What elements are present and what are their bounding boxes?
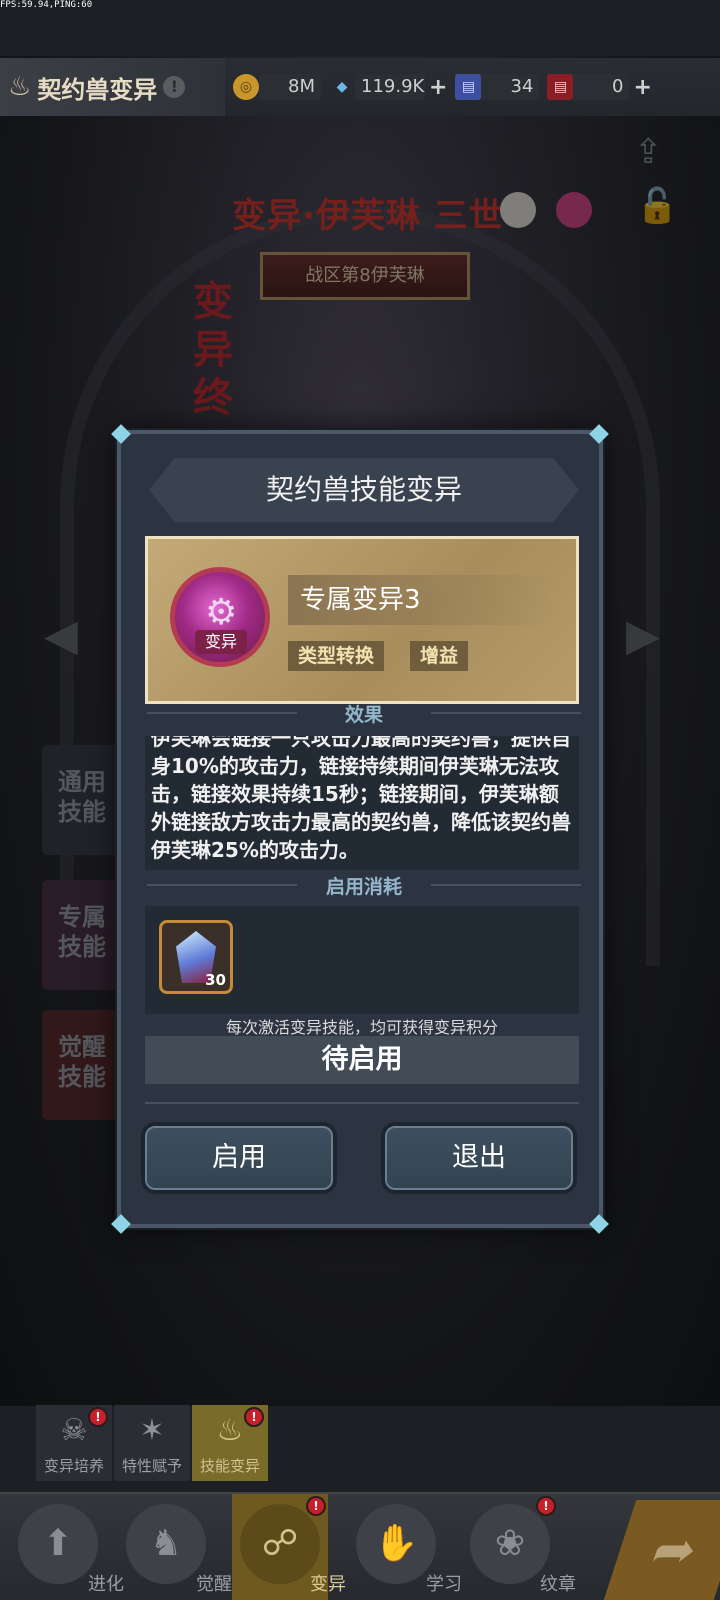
enable-button[interactable]: 启用 (141, 1122, 337, 1194)
skill-chip-type: 类型转换 (288, 641, 385, 671)
cost-box: 30 (145, 906, 579, 1014)
nav-learn[interactable]: ✋ 学习 (348, 1494, 462, 1600)
alert-badge-icon: ! (306, 1496, 326, 1516)
resource-gold: ◎ 8M (233, 70, 321, 104)
cost-label-text: 启用消耗 (325, 876, 402, 898)
resource-red: ▤ 0 + (547, 70, 652, 104)
effect-text: 伊芙琳会链接一只攻击力最高的契约兽，提供自身10%的攻击力，链接持续期间伊芙琳无… (151, 736, 571, 862)
crystal-icon: ◆ (336, 79, 348, 95)
subtab-label: 特性赋予 (121, 1457, 182, 1475)
red-value: 0 (573, 74, 630, 100)
cost-note: 每次激活变异技能，均可获得变异积分 (225, 1018, 498, 1037)
effect-description[interactable]: 伊芙琳会链接一只攻击力最高的契约兽，提供自身10%的攻击力，链接持续期间伊芙琳无… (145, 736, 579, 870)
alert-badge-icon: ! (88, 1407, 108, 1427)
subtab-label: 变异培养 (43, 1457, 104, 1475)
divider (145, 1102, 579, 1104)
alert-badge-icon: ! (536, 1496, 556, 1516)
gold-coin-icon: ◎ (233, 74, 259, 100)
sub-tabs: ☠ ! 变异培养 ✶ 特性赋予 ♨ ! 技能变异 (36, 1405, 268, 1481)
status-bar: 待启用 (145, 1036, 579, 1084)
effect-label-text: 效果 (344, 704, 383, 726)
add-red-button[interactable]: + (633, 75, 651, 100)
resource-card: ▤ 34 (455, 70, 540, 104)
alert-badge-icon: ! (244, 1407, 264, 1427)
gold-value: 8M (259, 74, 321, 100)
top-bar: ♨ 契约兽变异 ! ◎ 8M ◆ 119.9K + ▤ 34 ▤ 0 + (0, 58, 720, 116)
fps-counter: FPS:59.94,PING:60 (0, 0, 93, 10)
skill-mutation-dialog: 契约兽技能变异 ⚙ 变异 专属变异3 类型转换 增益 效果 伊芙琳会链接一只攻击… (111, 424, 609, 1234)
skill-chip-buff: 增益 (410, 641, 469, 671)
dialog-title: 契约兽技能变异 (149, 458, 579, 522)
subtab-mutation-train[interactable]: ☠ ! 变异培养 (36, 1405, 112, 1481)
flame-icon: ♨ (8, 72, 32, 102)
red-ticket-icon: ▤ (547, 74, 574, 100)
cost-item[interactable]: 30 (159, 920, 233, 994)
nav-emblem[interactable]: ❀ ! 纹章 (462, 1494, 576, 1600)
page-title: 契约兽变异 (37, 75, 158, 104)
gear-icon: ⚙ (205, 592, 238, 633)
skill-card: ⚙ 变异 专属变异3 类型转换 增益 (145, 536, 579, 704)
crystal-value: 119.9K (355, 74, 425, 100)
nav-evolve[interactable]: ⬆ 进化 (10, 1494, 124, 1600)
card-value: 34 (481, 74, 540, 100)
add-crystal-button[interactable]: + (429, 75, 447, 100)
exit-button[interactable]: 退出 (381, 1122, 577, 1194)
effect-label: 效果 (121, 700, 607, 727)
subtab-skill-mutation[interactable]: ♨ ! 技能变异 (192, 1405, 268, 1481)
nav-label: 纹章 (540, 1574, 576, 1595)
resource-crystal: ◆ 119.9K + (329, 70, 447, 104)
card-ticket-icon: ▤ (455, 74, 482, 100)
skill-name: 专属变异3 (288, 575, 558, 625)
emblem-tag: 变异 (195, 630, 247, 654)
nav-awaken[interactable]: ♞ 觉醒 (118, 1494, 232, 1600)
trait-icon: ✶ (139, 1413, 165, 1448)
subtab-trait-assign[interactable]: ✶ 特性赋予 (114, 1405, 190, 1481)
info-icon[interactable]: ! (163, 76, 186, 98)
page-title-area: ♨ 契约兽变异 ! (0, 58, 225, 116)
skill-emblem-icon: ⚙ 变异 (170, 567, 270, 667)
subtab-label: 技能变异 (199, 1457, 260, 1475)
cost-item-count: 30 (205, 971, 226, 989)
nav-mutation[interactable]: ☍ ! 变异 (232, 1494, 346, 1600)
cost-label: 启用消耗 (121, 872, 607, 899)
